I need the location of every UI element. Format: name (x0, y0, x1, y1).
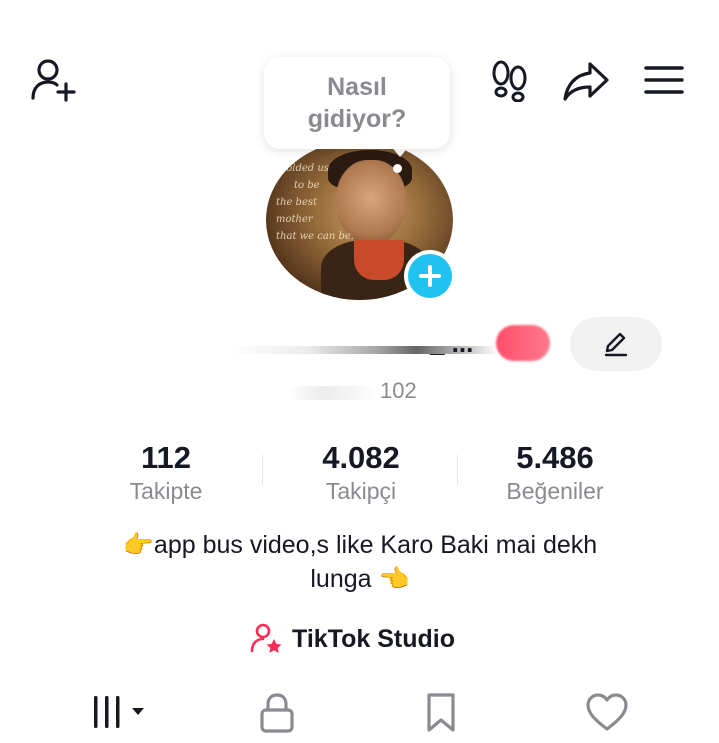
bubble-text-line1: Nasıl (327, 73, 387, 101)
avatar-collar (354, 240, 404, 280)
avatar-overlay-line: Molded us (276, 163, 329, 174)
stat-value: 112 (140, 440, 191, 475)
pencil-icon (604, 332, 628, 357)
badge-redacted (496, 325, 550, 361)
person-star-icon (250, 623, 282, 653)
bio-line: 👉app bus video,s like Karo Baki mai dekh (122, 531, 598, 559)
avatar-overlay-text: Molded us to be the best mother that we … (276, 160, 356, 245)
bookmark-icon (427, 693, 455, 732)
stat-value: 4.082 (322, 440, 400, 475)
menu-button[interactable] (644, 64, 684, 96)
avatar-overlay-line: the best mother (276, 197, 318, 225)
add-friend-button[interactable] (30, 58, 80, 102)
avatar-overlay-line: that we can be. (276, 231, 354, 242)
bio-line: lunga 👈 (310, 565, 410, 593)
footprints-button[interactable] (490, 60, 530, 102)
chevron-down-icon (132, 708, 144, 715)
grid-bars-icon (94, 696, 144, 728)
stat-likes[interactable]: 5.486 Beğeniler (480, 440, 630, 506)
edit-profile-button[interactable] (570, 317, 662, 371)
tab-liked[interactable] (585, 692, 629, 739)
person-plus-icon (31, 59, 76, 102)
tiktok-studio-link[interactable]: TikTok Studio (250, 622, 455, 656)
plus-icon (408, 254, 452, 298)
hamburger-menu-icon (644, 66, 684, 94)
tiktok-studio-label: TikTok Studio (292, 624, 455, 653)
stat-value: 5.486 (516, 440, 594, 475)
avatar-dot (393, 164, 402, 173)
profile-handle: 102 (380, 378, 417, 403)
bubble-text-line2: gidiyor? (307, 105, 407, 133)
profile-bio: 👉app bus video,s like Karo Baki mai dekh… (60, 528, 660, 596)
add-story-button[interactable] (404, 250, 456, 302)
profile-name: _ ... (430, 328, 474, 358)
avatar-overlay-line: to be (294, 180, 320, 191)
footprints-icon (492, 60, 527, 102)
stat-divider (262, 455, 263, 485)
heart-icon (586, 693, 628, 731)
tab-videos[interactable] (92, 692, 152, 737)
stat-followers[interactable]: 4.082 Takipçi (286, 440, 436, 506)
stat-label: Takipte (129, 478, 203, 504)
stat-label: Takipçi (325, 478, 397, 504)
status-bubble[interactable]: Nasıl gidiyor? (264, 57, 450, 149)
tab-private[interactable] (258, 692, 296, 739)
share-button[interactable] (562, 60, 610, 102)
stat-label: Beğeniler (506, 478, 604, 504)
stat-following[interactable]: 112 Takipte (91, 440, 241, 506)
lock-icon (260, 693, 294, 733)
tab-saved[interactable] (424, 692, 458, 739)
share-arrow-icon (563, 62, 609, 101)
stat-divider (457, 455, 458, 485)
handle-redacted (288, 386, 378, 400)
